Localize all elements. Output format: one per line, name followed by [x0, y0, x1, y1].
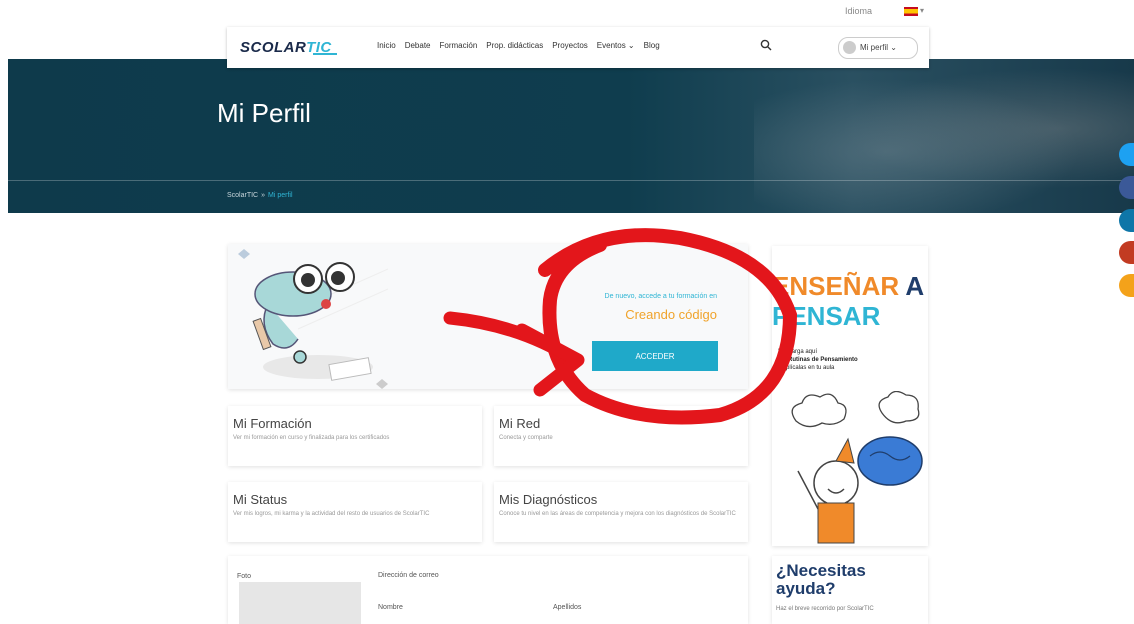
tile-mis-diagnosticos[interactable]: Mis Diagnósticos Conoce tu nivel en las …: [494, 482, 748, 542]
spain-flag-icon[interactable]: [904, 7, 918, 16]
google-plus-icon[interactable]: [1119, 241, 1134, 264]
search-icon[interactable]: [760, 39, 772, 51]
profile-form-card: Foto Dirección de correo Nombre Apellido…: [228, 556, 748, 624]
access-course-button[interactable]: ACCEDER: [592, 341, 718, 371]
profile-photo-placeholder[interactable]: [239, 582, 361, 624]
nav-item-debate[interactable]: Debate: [405, 41, 431, 50]
nav-item-proyectos[interactable]: Proyectos: [552, 41, 588, 50]
page-title: Mi Perfil: [217, 98, 311, 128]
divider: [8, 180, 1134, 181]
tile-description: Ver mi formación en curso y finalizada p…: [233, 435, 390, 441]
breadcrumb-separator: »: [261, 192, 266, 199]
language-label[interactable]: Idioma: [845, 6, 872, 16]
ensenar-a-pensar-banner[interactable]: ENSEÑAR A PENSAR Descarga aquí las Rutina…: [772, 246, 928, 546]
main-menu: Inicio Debate Formación Prop. didácticas…: [377, 41, 660, 50]
course-name[interactable]: Creando código: [534, 307, 717, 322]
nav-item-inicio[interactable]: Inicio: [377, 41, 396, 50]
banner-text: Descarga aquí las Rutinas de Pensamiento…: [778, 349, 858, 371]
nav-item-eventos[interactable]: Eventos ⌄: [597, 41, 635, 50]
breadcrumb-current: Mi perfil: [268, 192, 293, 199]
chevron-down-icon[interactable]: ▾: [920, 6, 924, 15]
nav-item-blog[interactable]: Blog: [644, 41, 660, 50]
main-navbar: SCOLARTIC Inicio Debate Formación Prop. …: [227, 27, 929, 68]
breadcrumb: ScolarTIC» Mi perfil: [227, 192, 293, 199]
surname-label: Apellidos: [553, 604, 582, 611]
name-label: Nombre: [378, 604, 403, 611]
tile-description: Ver mis logros, mi karma y la actividad …: [233, 511, 430, 517]
scolartic-logo[interactable]: SCOLARTIC: [240, 39, 337, 56]
tile-title: Mi Status: [233, 492, 288, 507]
language-bar: Idioma ▾: [0, 6, 1134, 26]
tile-title: Mis Diagnósticos: [499, 492, 598, 507]
email-label: Dirección de correo: [378, 572, 439, 579]
rss-icon[interactable]: [1119, 274, 1134, 297]
avatar: [843, 41, 856, 54]
breadcrumb-home[interactable]: ScolarTIC: [227, 192, 258, 199]
robot-illustration: [238, 249, 388, 389]
header-photo: [754, 59, 1134, 213]
course-card: De nuevo, accede a tu formación en Crean…: [228, 244, 748, 389]
page-header-banner: Mi Perfil ScolarTIC» Mi perfil: [8, 59, 1134, 213]
photo-label: Foto: [237, 573, 252, 580]
tile-mi-red[interactable]: Mi Red Conecta y comparte: [494, 406, 748, 466]
profile-menu-button[interactable]: Mi perfil ⌄: [838, 37, 918, 59]
tile-title: Mi Red: [499, 416, 541, 431]
help-subtitle: Haz el breve recorrido por ScolarTIC: [776, 606, 874, 612]
banner-headline: ENSEÑAR A PENSAR: [772, 271, 925, 331]
tile-mi-status[interactable]: Mi Status Ver mis logros, mi karma y la …: [228, 482, 482, 542]
help-card[interactable]: ¿Necesitas ayuda? Haz el breve recorrido…: [772, 556, 928, 624]
course-welcome-text: De nuevo, accede a tu formación en: [604, 293, 717, 300]
tile-description: Conoce tu nivel en las áreas de competen…: [499, 511, 736, 517]
profile-label: Mi perfil ⌄: [860, 43, 897, 52]
linkedin-icon[interactable]: [1119, 209, 1134, 232]
help-title: ¿Necesitas ayuda?: [776, 561, 866, 598]
nav-item-prop-didacticas[interactable]: Prop. didácticas: [486, 41, 543, 50]
nav-item-formacion[interactable]: Formación: [439, 41, 477, 50]
thinking-kid-illustration: [791, 391, 923, 544]
tile-mi-formacion[interactable]: Mi Formación Ver mi formación en curso y…: [228, 406, 482, 466]
tile-title: Mi Formación: [233, 416, 312, 431]
tile-description: Conecta y comparte: [499, 435, 553, 441]
